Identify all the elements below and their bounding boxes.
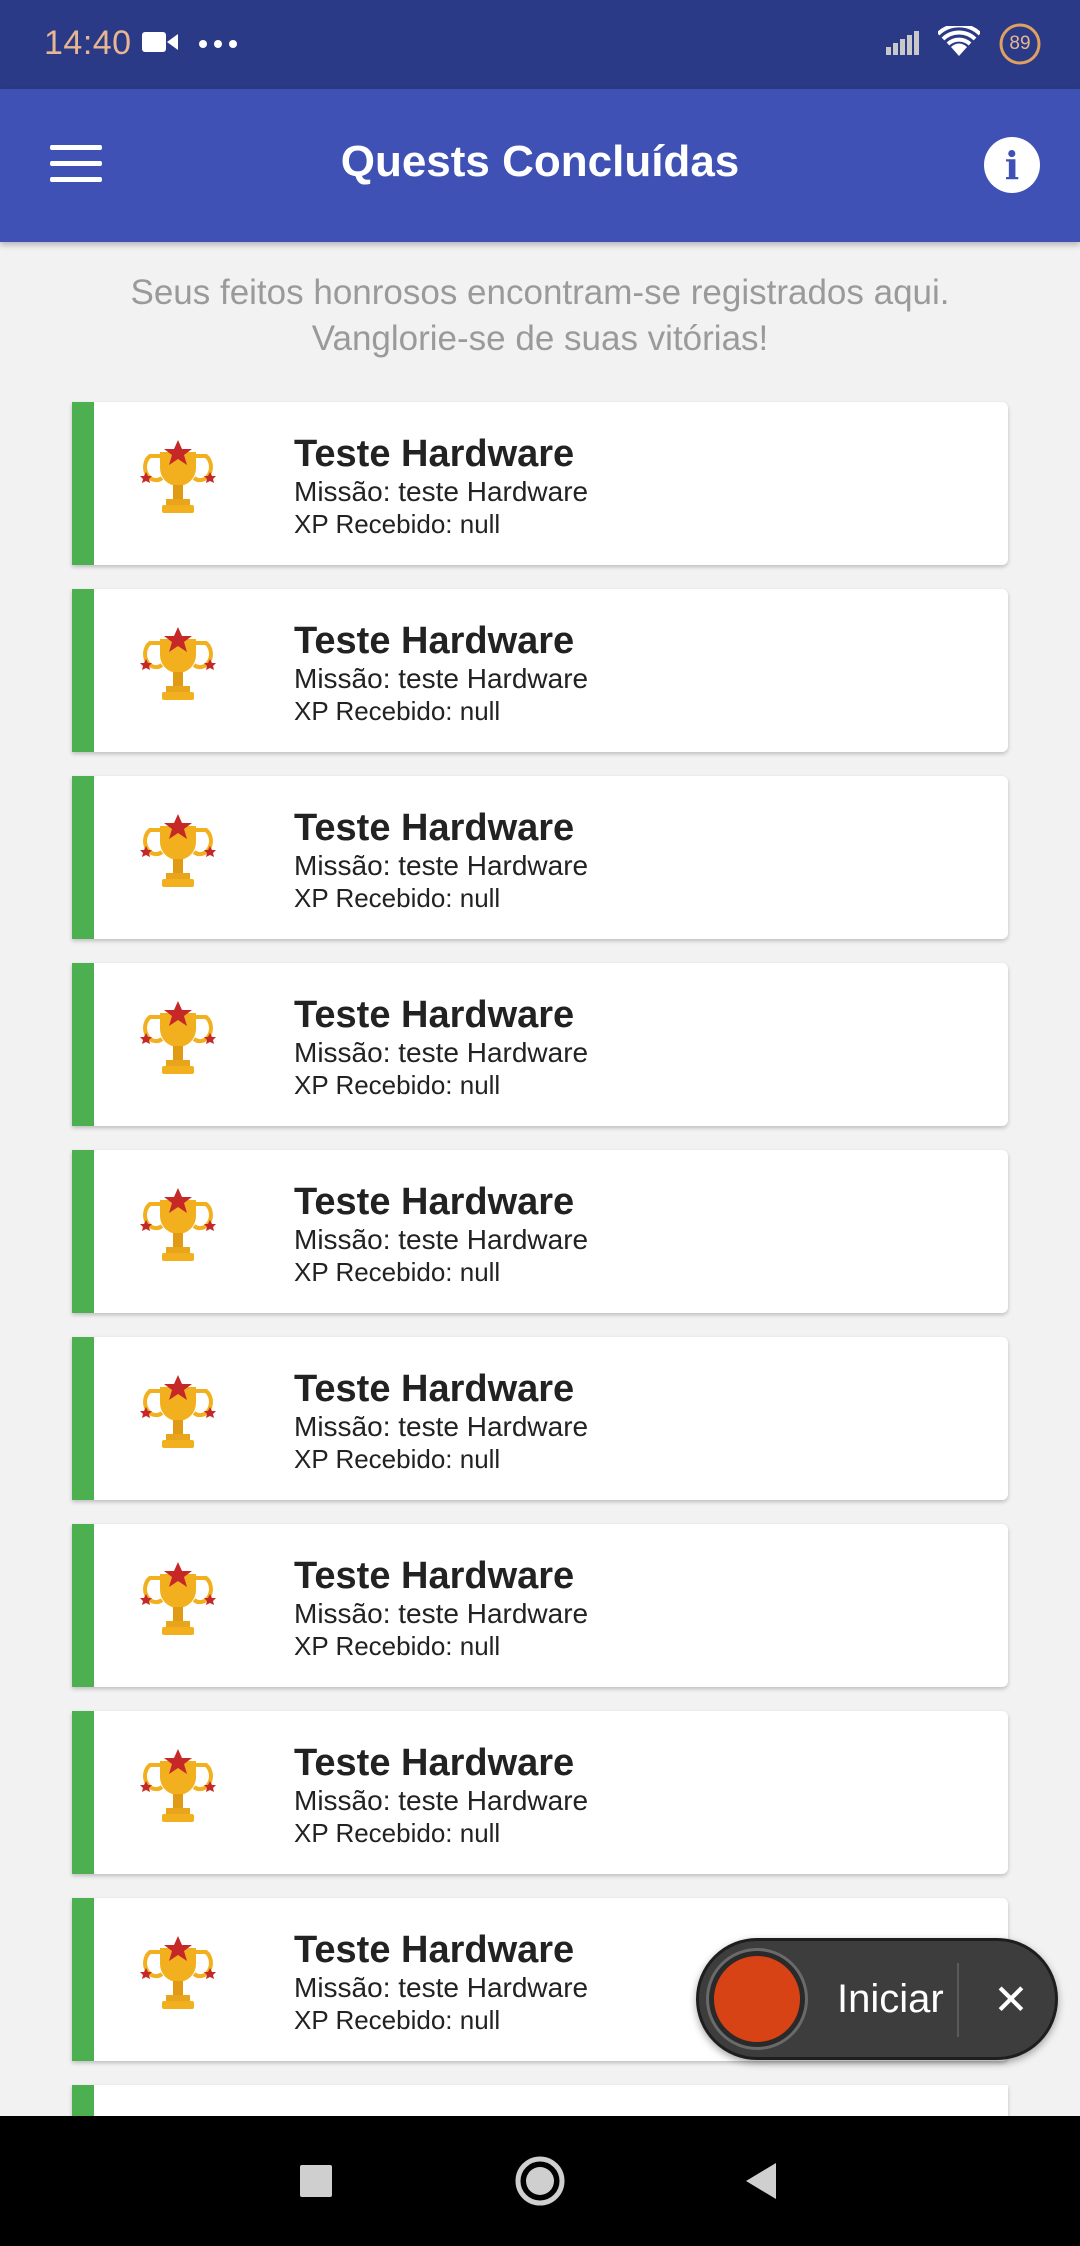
- quest-card[interactable]: Teste Hardware Missão: teste Hardware XP…: [72, 1337, 1008, 1500]
- quest-mission: Missão: teste Hardware: [294, 1598, 589, 1629]
- quest-title: Teste Hardware: [294, 1929, 575, 1971]
- quest-title: Teste Hardware: [294, 620, 575, 662]
- wifi-icon: [936, 22, 982, 63]
- quest-title: Teste Hardware: [294, 1555, 575, 1597]
- subtitle-line-2: Vanglorie-se de suas vitórias!: [311, 319, 769, 358]
- quest-mission: Missão: teste Hardware: [294, 1411, 589, 1442]
- signal-icon: [886, 29, 920, 60]
- quest-title: Teste Hardware: [294, 807, 575, 849]
- quest-card[interactable]: Teste Hardware Missão: teste Hardware XP…: [72, 1150, 1008, 1313]
- quest-title: Teste Hardware: [294, 1181, 575, 1223]
- quest-mission: Missão: teste Hardware: [294, 1785, 589, 1816]
- quest-title: Teste Hardware: [294, 994, 575, 1036]
- quest-xp: XP Recebido: null: [294, 1444, 501, 1474]
- battery-level: 89: [1009, 33, 1031, 54]
- divider: [957, 1963, 959, 2037]
- trophy-icon: [138, 1373, 218, 1461]
- quest-title: Teste Hardware: [294, 1742, 575, 1784]
- quest-card[interactable]: Teste Hardware Missão: teste Hardware XP…: [72, 963, 1008, 1126]
- quest-mission: Missão: teste Hardware: [294, 476, 589, 507]
- battery-icon: 89: [998, 22, 1042, 66]
- trophy-icon: [138, 1186, 218, 1274]
- quest-mission: Missão: teste Hardware: [294, 1224, 589, 1255]
- record-button[interactable]: [709, 1951, 805, 2047]
- start-recording-button[interactable]: Iniciar: [837, 1977, 944, 2022]
- quest-xp: XP Recebido: null: [294, 883, 501, 913]
- quest-card[interactable]: Teste Hardware Missão: teste Hardware XP…: [72, 1524, 1008, 1687]
- quest-card[interactable]: Teste Hardware Missão: teste Hardware XP…: [72, 589, 1008, 752]
- back-icon[interactable]: [702, 2116, 822, 2246]
- status-time: 14:40: [44, 24, 132, 62]
- quest-xp: XP Recebido: null: [294, 1070, 501, 1100]
- quest-mission: Missão: teste Hardware: [294, 1037, 589, 1068]
- quest-mission: Missão: teste Hardware: [294, 850, 589, 881]
- trophy-icon: [138, 1747, 218, 1835]
- status-bar: 14:40 89: [0, 0, 1080, 89]
- recent-apps-icon[interactable]: [256, 2116, 376, 2246]
- quest-xp: XP Recebido: null: [294, 1257, 501, 1287]
- page-title: Quests Concluídas: [340, 137, 740, 186]
- quest-title: Teste Hardware: [294, 433, 575, 475]
- video-camera-icon: [142, 30, 178, 59]
- trophy-icon: [138, 1560, 218, 1648]
- home-icon[interactable]: [480, 2116, 600, 2246]
- quest-card[interactable]: Teste Hardware Missão: teste Hardware XP…: [72, 1711, 1008, 1874]
- quest-list[interactable]: Teste Hardware Missão: teste Hardware XP…: [72, 402, 1008, 2149]
- info-icon[interactable]: i: [984, 137, 1040, 193]
- quest-xp: XP Recebido: null: [294, 1631, 501, 1661]
- more-dots-icon: [198, 36, 238, 54]
- system-navigation-bar: [0, 2116, 1080, 2246]
- trophy-icon: [138, 999, 218, 1087]
- quest-mission: Missão: teste Hardware: [294, 663, 589, 694]
- quest-card[interactable]: Teste Hardware Missão: teste Hardware XP…: [72, 776, 1008, 939]
- quest-xp: XP Recebido: null: [294, 696, 501, 726]
- quest-xp: XP Recebido: null: [294, 509, 501, 539]
- quest-card[interactable]: Teste Hardware Missão: teste Hardware XP…: [72, 402, 1008, 565]
- quest-xp: XP Recebido: null: [294, 2005, 501, 2035]
- trophy-icon: [138, 1934, 218, 2022]
- page-subtitle: Seus feitos honrosos encontram-se regist…: [60, 270, 1020, 362]
- trophy-icon: [138, 438, 218, 526]
- close-icon[interactable]: ✕: [981, 1965, 1041, 2035]
- quest-mission: Missão: teste Hardware: [294, 1972, 589, 2003]
- trophy-icon: [138, 625, 218, 713]
- quest-xp: XP Recebido: null: [294, 1818, 501, 1848]
- subtitle-line-1: Seus feitos honrosos encontram-se regist…: [130, 273, 950, 312]
- screen-recorder-control: Iniciar ✕: [696, 1938, 1058, 2060]
- trophy-icon: [138, 812, 218, 900]
- info-glyph: i: [1004, 142, 1020, 188]
- quest-title: Teste Hardware: [294, 1368, 575, 1410]
- app-bar: Quests Concluídas i: [0, 89, 1080, 242]
